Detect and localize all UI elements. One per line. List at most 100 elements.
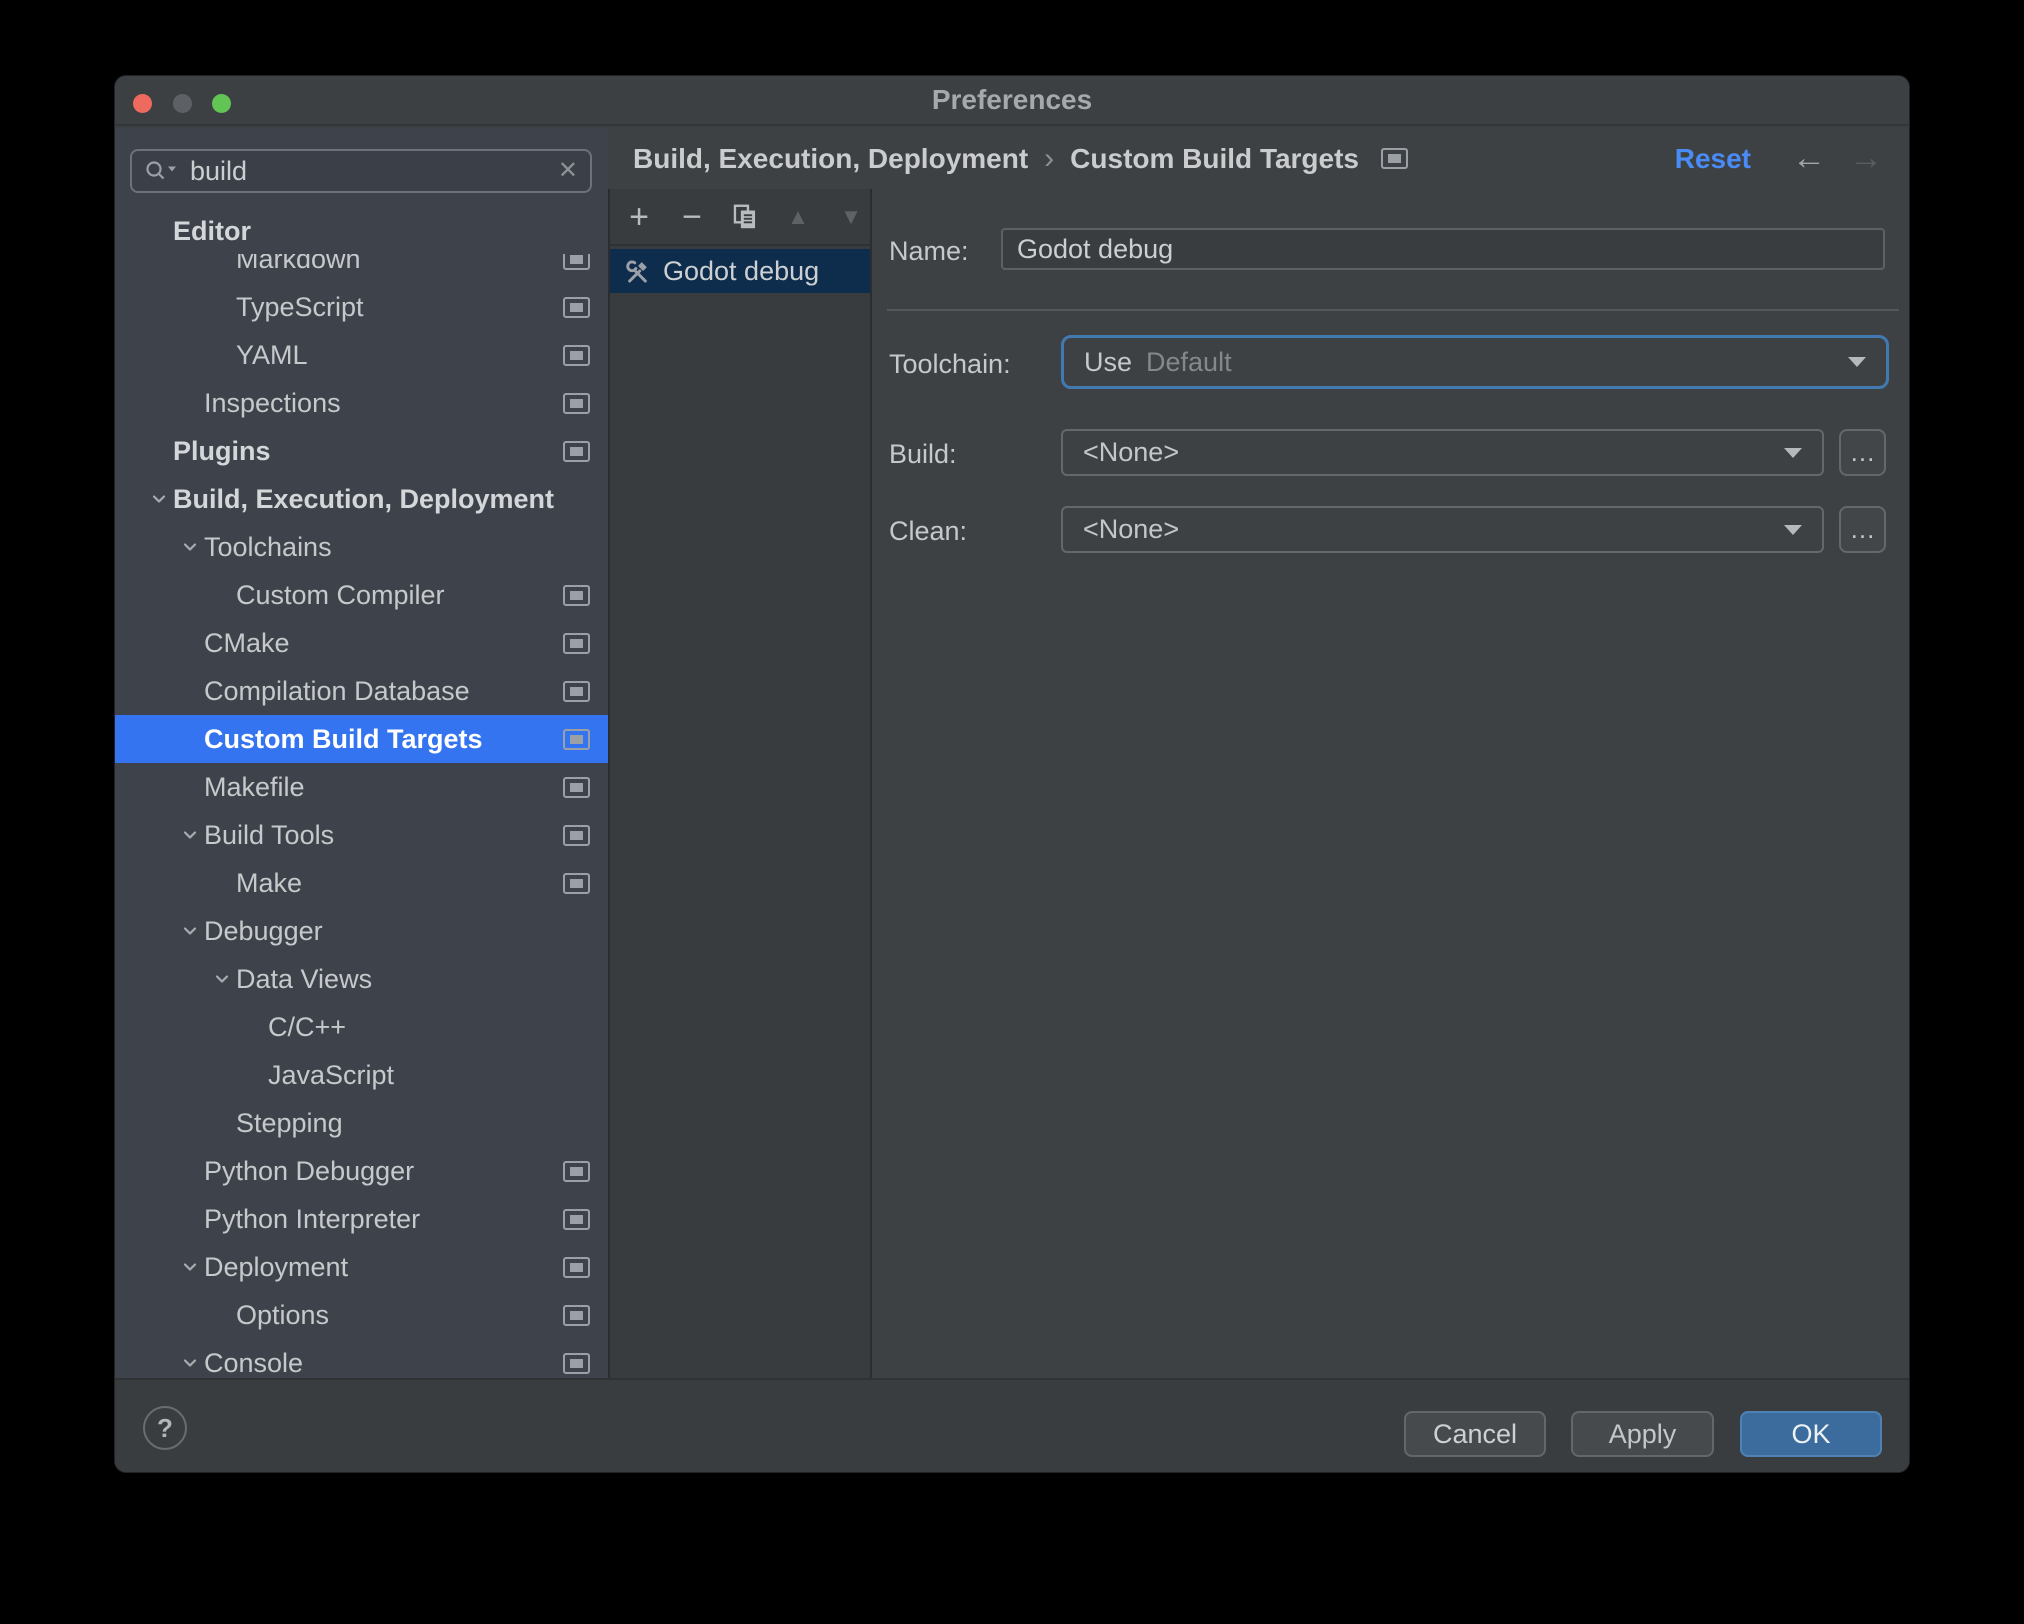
- move-up-icon: ▲: [787, 203, 809, 229]
- copy-icon[interactable]: [732, 204, 758, 230]
- match-badge-icon: [563, 344, 590, 366]
- ok-button[interactable]: OK: [1740, 1411, 1882, 1457]
- sidebar-item-compilation-database[interactable]: Compilation Database: [115, 667, 608, 715]
- sidebar-item-label: Stepping: [236, 1107, 343, 1138]
- sidebar-item-label: Makefile: [204, 771, 305, 802]
- form-divider: [887, 309, 1899, 311]
- toolchain-value-prefix: Use: [1084, 346, 1133, 377]
- sidebar-item-label: Data Views: [236, 963, 373, 994]
- name-field[interactable]: [1001, 228, 1885, 270]
- match-badge-icon: [563, 824, 590, 846]
- match-badge-icon: [563, 776, 590, 798]
- toolchain-dropdown[interactable]: Use Default: [1061, 335, 1889, 389]
- sidebar-item-cmake[interactable]: CMake: [115, 619, 608, 667]
- build-value: <None>: [1083, 437, 1180, 467]
- sidebar-item-custom-build-targets[interactable]: Custom Build Targets: [115, 715, 608, 763]
- sidebar-item-console[interactable]: Console: [115, 1339, 608, 1378]
- chevron-down-icon[interactable]: [176, 536, 204, 558]
- search-icon: [144, 159, 178, 183]
- custom-build-target-form: Name: Toolchain: Use Default Build: <Non…: [872, 189, 1909, 1378]
- chevron-down-icon[interactable]: [145, 488, 173, 510]
- chevron-down-icon[interactable]: [176, 920, 204, 942]
- chevron-down-icon: [1784, 524, 1802, 535]
- sidebar-item-build-tools[interactable]: Build Tools: [115, 811, 608, 859]
- sidebar-item-make[interactable]: Make: [115, 859, 608, 907]
- chevron-down-icon[interactable]: [176, 824, 204, 846]
- sidebar-item-yaml[interactable]: YAML: [115, 331, 608, 379]
- sidebar-item-python-debugger[interactable]: Python Debugger: [115, 1147, 608, 1195]
- settings-sidebar: ✕ Markdown TypeScript YAML: [115, 128, 608, 1378]
- clear-search-icon[interactable]: ✕: [558, 159, 578, 183]
- settings-tree: Markdown TypeScript YAML Inspections Plu…: [115, 238, 608, 1378]
- preferences-window: Preferences ✕ Markdown: [114, 75, 1910, 1473]
- chevron-down-icon[interactable]: [208, 968, 236, 990]
- list-item-godot-debug[interactable]: Godot debug: [610, 249, 870, 293]
- sidebar-item-custom-compiler[interactable]: Custom Compiler: [115, 571, 608, 619]
- help-icon[interactable]: ?: [143, 1406, 187, 1450]
- sidebar-item-label: Plugins: [173, 435, 271, 466]
- name-label: Name:: [889, 236, 969, 266]
- toolchain-label: Toolchain:: [889, 349, 1011, 379]
- sidebar-item-deployment[interactable]: Deployment: [115, 1243, 608, 1291]
- sidebar-item-label: YAML: [236, 339, 308, 370]
- match-badge-icon: [563, 440, 590, 462]
- sidebar-item-javascript[interactable]: JavaScript: [115, 1051, 608, 1099]
- sidebar-item-data-views[interactable]: Data Views: [115, 955, 608, 1003]
- sidebar-item-label: Build Tools: [204, 819, 335, 850]
- chevron-down-icon[interactable]: [176, 1352, 204, 1374]
- match-badge-icon: [563, 680, 590, 702]
- match-badge-icon: [563, 1304, 590, 1326]
- clean-browse-button[interactable]: …: [1839, 506, 1886, 553]
- build-targets-list-panel: + − ▲ ▼ Godot debug: [608, 189, 872, 1378]
- sidebar-item-label: Options: [236, 1299, 330, 1330]
- back-arrow-icon[interactable]: ←: [1792, 128, 1826, 189]
- list-toolbar: + − ▲ ▼: [610, 189, 870, 246]
- sidebar-item-label: TypeScript: [236, 291, 364, 322]
- sidebar-item-debugger[interactable]: Debugger: [115, 907, 608, 955]
- match-badge-icon: [563, 1352, 590, 1374]
- sidebar-item-inspections[interactable]: Inspections: [115, 379, 608, 427]
- match-badge-icon: [563, 392, 590, 414]
- apply-button[interactable]: Apply: [1571, 1411, 1714, 1457]
- build-dropdown[interactable]: <None>: [1061, 429, 1824, 476]
- match-badge-icon: [563, 1160, 590, 1182]
- match-badge-icon: [563, 632, 590, 654]
- search-input[interactable]: [188, 154, 558, 188]
- toolchain-value: Default: [1146, 346, 1232, 377]
- sidebar-item-build-execution-deployment[interactable]: Build, Execution, Deployment: [115, 475, 608, 523]
- dialog-footer: ? Cancel Apply OK: [115, 1378, 1909, 1472]
- sidebar-item-toolchains[interactable]: Toolchains: [115, 523, 608, 571]
- reset-link[interactable]: Reset: [1675, 128, 1751, 189]
- sidebar-item-stepping[interactable]: Stepping: [115, 1099, 608, 1147]
- clean-dropdown[interactable]: <None>: [1061, 506, 1824, 553]
- content-header: Build, Execution, Deployment › Custom Bu…: [608, 128, 1909, 189]
- add-icon[interactable]: +: [626, 200, 652, 234]
- breadcrumb-segment[interactable]: Build, Execution, Deployment: [633, 143, 1028, 175]
- sidebar-item-label: JavaScript: [268, 1059, 395, 1090]
- chevron-down-icon: [1848, 357, 1866, 367]
- sidebar-item-python-interpreter[interactable]: Python Interpreter: [115, 1195, 608, 1243]
- sidebar-item-label: Deployment: [204, 1251, 349, 1282]
- cancel-button[interactable]: Cancel: [1404, 1411, 1546, 1457]
- forward-arrow-icon: →: [1849, 139, 1883, 177]
- remove-icon[interactable]: −: [679, 200, 705, 234]
- sidebar-item-label: Custom Compiler: [236, 579, 445, 610]
- match-badge-icon: [563, 1208, 590, 1230]
- sidebar-item-plugins[interactable]: Plugins: [115, 427, 608, 475]
- match-badge-icon: [563, 728, 590, 750]
- sidebar-sticky-header-editor[interactable]: Editor: [115, 208, 608, 254]
- sidebar-item-label: Python Debugger: [204, 1155, 415, 1186]
- sidebar-item-makefile[interactable]: Makefile: [115, 763, 608, 811]
- build-browse-button[interactable]: …: [1839, 429, 1886, 476]
- sidebar-item-c-c[interactable]: C/C++: [115, 1003, 608, 1051]
- sidebar-item-label: Debugger: [204, 915, 323, 946]
- sidebar-item-label: Inspections: [204, 387, 341, 418]
- sidebar-item-label: Build, Execution, Deployment: [173, 483, 555, 514]
- chevron-down-icon[interactable]: [176, 1256, 204, 1278]
- settings-search-box[interactable]: ✕: [130, 149, 592, 193]
- sidebar-item-options[interactable]: Options: [115, 1291, 608, 1339]
- match-badge-icon: [563, 296, 590, 318]
- sidebar-item-typescript[interactable]: TypeScript: [115, 283, 608, 331]
- breadcrumb-separator-icon: ›: [1044, 141, 1055, 175]
- title-bar: Preferences: [115, 76, 1909, 126]
